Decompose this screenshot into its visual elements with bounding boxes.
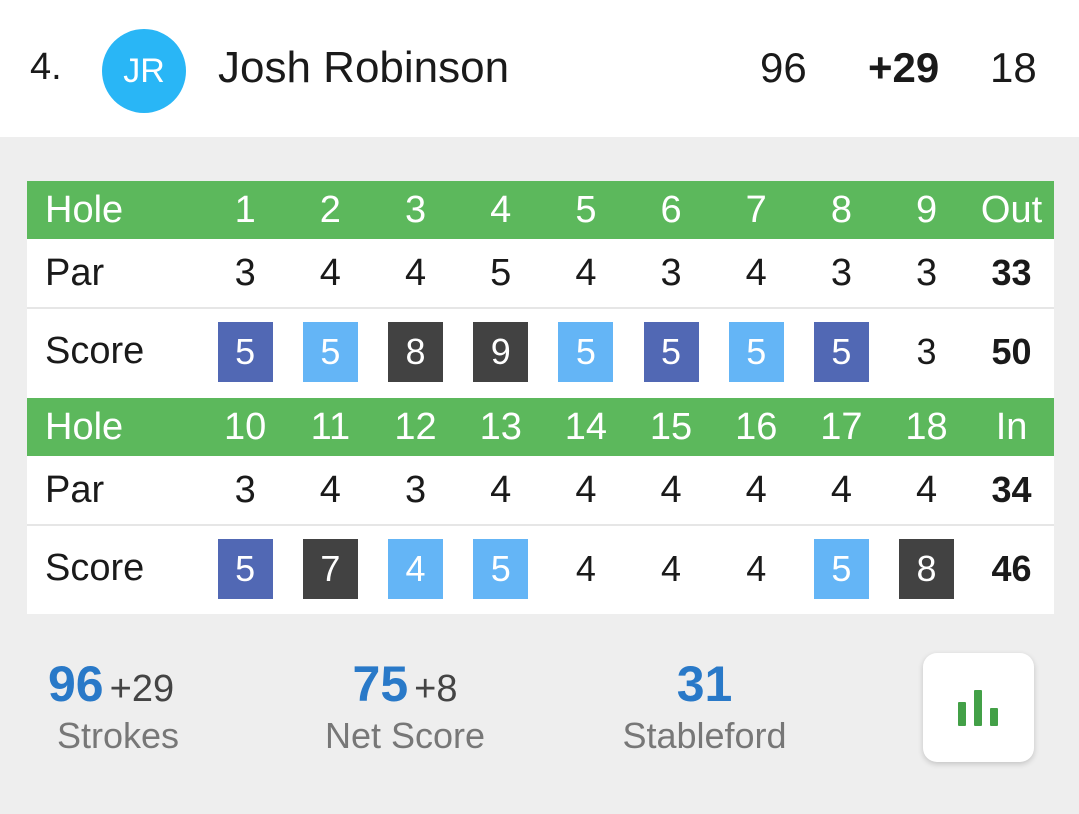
strokes-summary: 96 +29 Strokes	[48, 655, 188, 757]
hole-score: 3	[916, 330, 937, 372]
stableford-label: Stableford	[622, 715, 787, 756]
hole-number: 15	[649, 405, 693, 448]
hole-number: 4	[490, 188, 512, 231]
par-value: 5	[490, 251, 512, 294]
par-value: 3	[830, 251, 852, 294]
stableford-value: 31	[676, 656, 733, 712]
stableford-summary: 31 Stableford	[617, 655, 792, 757]
hole-number: 7	[745, 188, 767, 231]
front-score-row: Score 5 5 8 9 5 5 5 5 3 50	[27, 309, 1054, 394]
strokes-diff: +29	[109, 668, 175, 710]
player-rank: 4.	[30, 46, 62, 88]
par-out-total: 33	[991, 252, 1032, 293]
par-value: 4	[916, 468, 938, 511]
hole-number: 8	[830, 188, 852, 231]
hole-number: 18	[905, 405, 948, 448]
out-label: Out	[980, 188, 1043, 231]
front-par-row: Par 3 4 4 5 4 3 4 3 3 33	[27, 239, 1054, 309]
hole-number: 16	[735, 405, 778, 448]
par-value: 4	[745, 251, 767, 294]
score-out-total: 50	[991, 330, 1032, 372]
hole-number: 11	[310, 405, 351, 448]
hole-score: 5	[813, 321, 869, 382]
hole-score: 5	[217, 538, 273, 599]
hole-number: 2	[319, 188, 341, 231]
par-value: 4	[404, 251, 427, 294]
score-in-total: 46	[991, 547, 1032, 589]
par-value: 3	[404, 468, 427, 511]
score-label: Score	[45, 330, 145, 372]
hole-score: 8	[899, 538, 955, 599]
hole-label: Hole	[45, 405, 124, 448]
par-label: Par	[45, 251, 105, 294]
net-score-diff: +8	[414, 668, 458, 710]
par-value: 3	[660, 251, 682, 294]
par-value: 4	[575, 251, 597, 294]
in-label: In	[995, 405, 1028, 448]
net-score-summary: 75 +8 Net Score	[320, 655, 490, 757]
strokes-value: 96	[48, 656, 104, 712]
hole-score: 5	[473, 538, 529, 599]
hole-number: 17	[820, 405, 863, 448]
back-hole-row: Hole 10 11 12 13 14 15 16 17 18 In	[27, 398, 1054, 456]
front-hole-row: Hole 1 2 3 4 5 6 7 8 9 Out	[27, 181, 1054, 239]
par-value: 3	[234, 468, 256, 511]
par-in-total: 34	[991, 469, 1032, 510]
hole-score: 8	[388, 321, 444, 382]
to-par: +29	[868, 44, 940, 91]
hole-number: 10	[224, 405, 267, 448]
par-label: Par	[45, 468, 105, 511]
hole-score: 5	[302, 321, 358, 382]
hole-score: 5	[728, 321, 784, 382]
par-value: 4	[660, 468, 682, 511]
hole-score: 4	[388, 538, 444, 599]
hole-score: 4	[746, 547, 767, 589]
par-value: 4	[319, 468, 341, 511]
hole-score: 9	[473, 321, 529, 382]
hole-score: 5	[217, 321, 273, 382]
hole-score: 7	[302, 538, 358, 599]
hole-number: 13	[479, 405, 522, 448]
hole-number: 9	[916, 188, 938, 231]
par-value: 3	[234, 251, 256, 294]
hole-score: 5	[813, 538, 869, 599]
scorecard: Hole 1 2 3 4 5 6 7 8 9 Out Par 3 4 4 5 4…	[27, 181, 1054, 614]
net-score-value: 75	[352, 656, 409, 712]
par-value: 4	[319, 251, 341, 294]
hole-score: 4	[661, 547, 682, 589]
par-value: 4	[830, 468, 852, 511]
hole-number: 1	[234, 188, 256, 231]
player-name: Josh Robinson	[218, 43, 510, 92]
holes-played: 18	[990, 44, 1037, 91]
net-score-label: Net Score	[324, 715, 486, 756]
hole-number: 3	[404, 188, 427, 231]
hole-score: 4	[575, 547, 596, 589]
total-strokes: 96	[760, 44, 807, 91]
hole-score: 5	[643, 321, 699, 382]
strokes-label: Strokes	[56, 715, 180, 756]
hole-number: 14	[564, 405, 608, 448]
par-value: 4	[575, 468, 597, 511]
avatar: JR	[102, 29, 186, 113]
hole-number: 6	[660, 188, 682, 231]
back-par-row: Par 3 4 3 4 4 4 4 4 4 34	[27, 456, 1054, 526]
hole-label: Hole	[45, 188, 124, 231]
back-score-row: Score 5 7 4 5 4 4 4 5 8 46	[27, 526, 1054, 611]
par-value: 4	[745, 468, 767, 511]
hole-number: 12	[394, 405, 437, 448]
par-value: 3	[916, 251, 938, 294]
par-value: 4	[490, 468, 512, 511]
hole-number: 5	[575, 188, 597, 231]
score-label: Score	[45, 547, 145, 589]
player-header[interactable]: 4. JR Josh Robinson 96 +29 18	[0, 0, 1079, 137]
stats-button[interactable]	[923, 653, 1034, 762]
hole-score: 5	[558, 321, 614, 382]
